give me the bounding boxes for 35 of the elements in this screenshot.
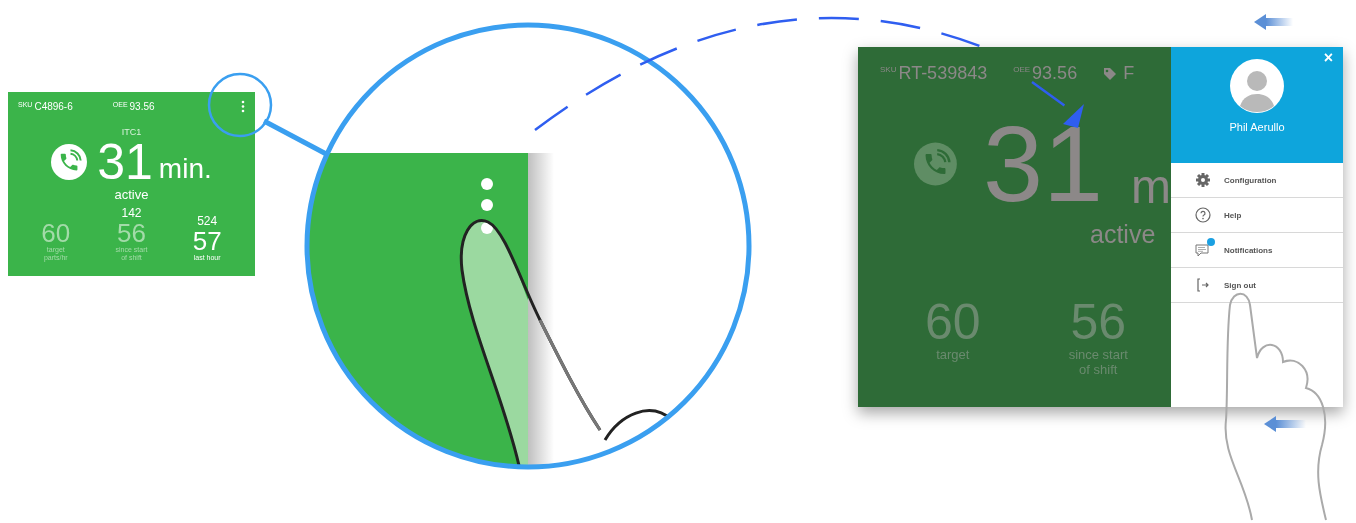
highlight-circle [207,72,273,138]
stat-value: 60 [41,220,71,246]
stat-label: target [936,347,970,362]
stat-value: 56 [117,220,146,246]
stat-value: 57 [192,228,222,254]
station-name: ITC1 [120,127,143,137]
tag-icon [1103,66,1118,81]
stat-value: 56 [1070,297,1127,347]
stat-label: since start of shift [1068,347,1128,377]
help-icon [1195,207,1211,223]
oee-label: OEE [1013,65,1031,74]
left-arrow-icon [1264,416,1306,432]
stat-total: 524 [197,214,218,228]
sku-value: RT-539843 [898,63,988,84]
timer-unit: m [1131,159,1171,214]
stat-value: 60 [924,297,981,347]
sign-out-icon [1195,277,1211,293]
avatar-icon [1230,59,1284,113]
more-icon[interactable] [241,100,245,113]
left-arrow-icon [1254,14,1293,30]
oee-value: 93.56 [129,101,155,112]
sku-label: SKU [880,65,897,74]
phone-icon [51,144,88,180]
stat-total: 142 [121,206,142,220]
chat-icon [1195,242,1211,258]
status-text: active [1090,220,1157,249]
timer-value: 31 [982,114,1103,214]
status-text: active [113,187,150,202]
oee-value: 93.56 [1032,63,1078,84]
timer-value: 31 [97,139,153,185]
timer-unit: min. [158,153,212,185]
tag-value: F [1123,63,1135,84]
user-name: Phil Aerullo [1229,121,1285,133]
sku-value: C4896-6 [34,101,73,112]
gear-icon [1195,172,1211,188]
